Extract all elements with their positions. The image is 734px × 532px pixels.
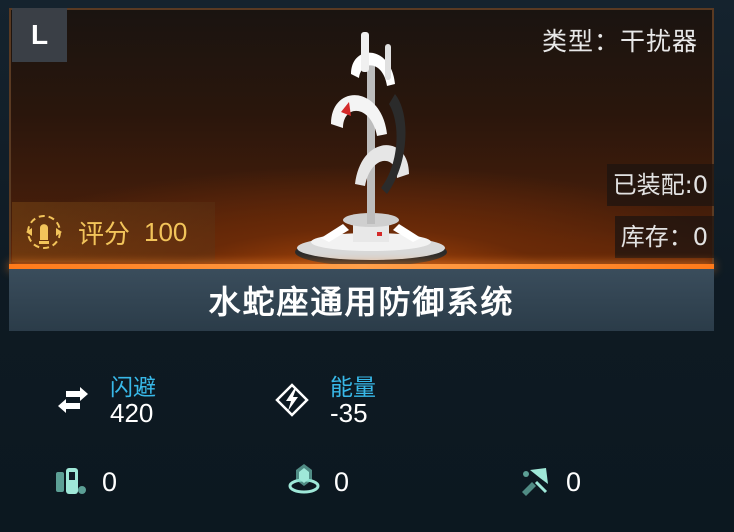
item-model-image [295, 32, 447, 266]
stock-count: 库存：0 [614, 216, 714, 258]
shield-ring-icon [288, 464, 320, 494]
score-label: 评分 [78, 219, 131, 250]
energy-label: 能量 [330, 375, 376, 401]
dodge-arrows-icon [58, 387, 88, 413]
item-detail-card: L 类型：干扰器 已装配:0 库存：0 评分 100 水蛇座通用防御系统 闪避 … [0, 0, 734, 532]
grade-badge: L [12, 8, 67, 62]
crew-value: 0 [102, 467, 118, 497]
dodge-value: 420 [110, 398, 154, 428]
damage-break-icon [522, 468, 548, 496]
score-value: 100 [144, 216, 188, 247]
energy-value: -35 [330, 398, 368, 428]
item-name-bar: 水蛇座通用防御系统 [9, 269, 714, 331]
equipped-count: 已装配:0 [606, 164, 714, 206]
crew-module-icon [56, 468, 86, 494]
dodge-label: 闪避 [110, 375, 156, 401]
shield-value: 0 [334, 467, 350, 497]
score-bullet-icon [26, 215, 62, 249]
energy-bolt-icon [275, 383, 309, 417]
score-panel: 评分 100 [12, 202, 215, 262]
item-type-label: 类型：干扰器 [541, 27, 698, 56]
damage-break-value: 0 [566, 467, 582, 497]
item-name: 水蛇座通用防御系统 [208, 283, 515, 321]
